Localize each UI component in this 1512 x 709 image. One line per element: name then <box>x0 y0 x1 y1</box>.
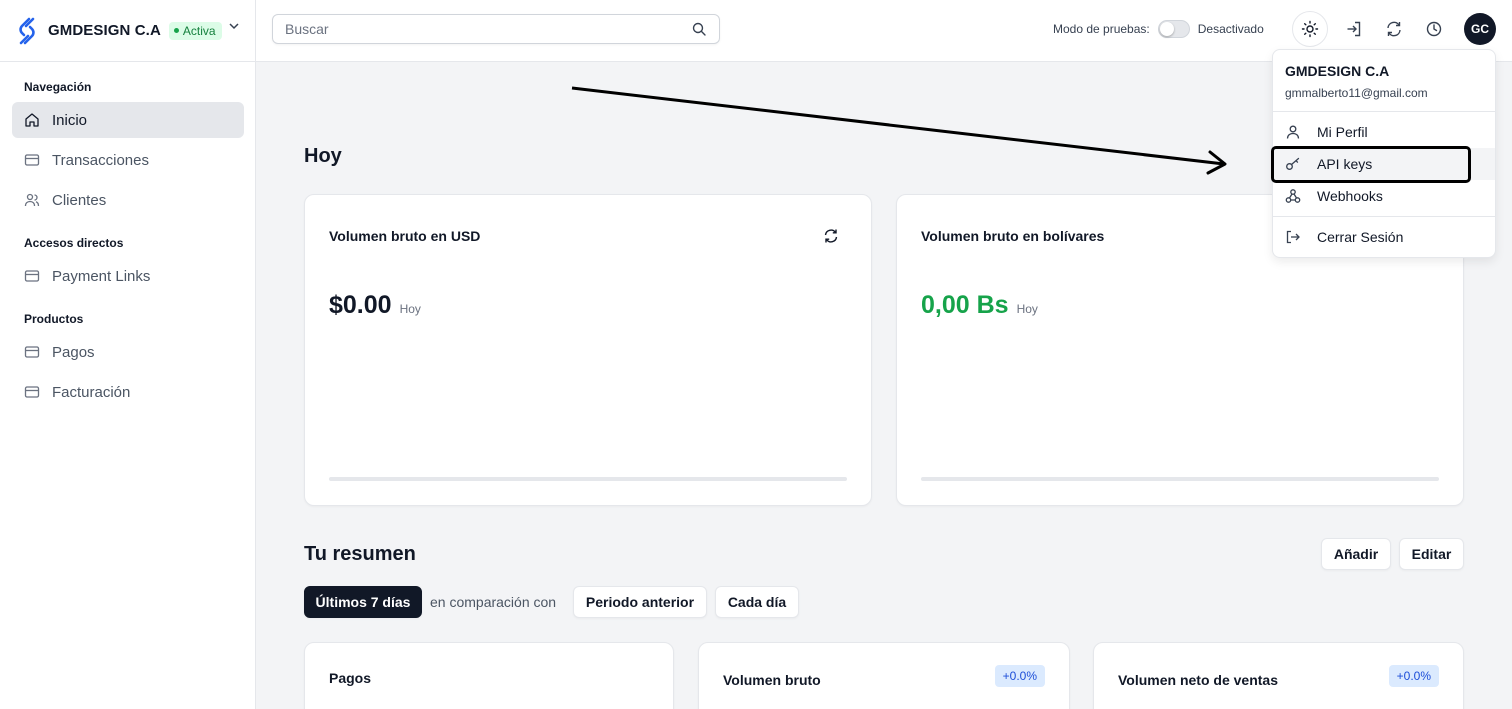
login-icon <box>1347 21 1361 37</box>
chevron-down-icon[interactable] <box>228 20 240 32</box>
amount-label: Hoy <box>399 302 421 316</box>
clock-icon <box>1426 21 1442 37</box>
delta-badge: +0.0% <box>1388 665 1439 687</box>
progress-bar <box>329 477 847 481</box>
sidebar-item-pagos[interactable]: Pagos <box>12 334 244 370</box>
summary-card-volumen-neto[interactable]: Volumen neto de ventas +0.0% <box>1093 642 1464 709</box>
status-label: Activa <box>182 23 216 38</box>
sidebar-item-label: Pagos <box>52 343 95 361</box>
menu-item-webhooks[interactable]: Webhooks <box>1273 180 1495 212</box>
history-button[interactable] <box>1418 13 1450 45</box>
test-mode-control: Modo de pruebas: Desactivado <box>1053 20 1264 38</box>
toggle-knob <box>1159 22 1174 36</box>
card-title: Pagos <box>329 670 372 686</box>
summary-card-pagos[interactable]: Pagos <box>304 642 674 709</box>
delta-badge: +0.0% <box>994 665 1045 687</box>
nav-section-productos: Productos <box>24 312 84 326</box>
summary-card-volumen-bruto[interactable]: Volumen bruto +0.0% <box>698 642 1070 709</box>
sidebar-item-clientes[interactable]: Clientes <box>12 182 244 218</box>
theme-toggle-button[interactable] <box>1292 11 1328 47</box>
brand-name: GMDESIGN C.A <box>48 22 161 39</box>
sidebar-item-label: Inicio <box>52 111 88 129</box>
annotation-arrow <box>571 86 1227 175</box>
amount-label: Hoy <box>1016 302 1038 316</box>
brand-logo-icon <box>19 17 35 44</box>
today-title: Hoy <box>304 145 342 167</box>
search-input[interactable] <box>285 21 691 37</box>
menu-account-email: gmmalberto11@gmail.com <box>1285 86 1428 100</box>
logout-icon <box>1286 230 1300 244</box>
summary-title: Tu resumen <box>304 543 416 565</box>
sidebar-item-label: Clientes <box>52 191 107 209</box>
sidebar-item-payment-links[interactable]: Payment Links <box>12 258 244 294</box>
menu-item-label: Mi Perfil <box>1317 124 1368 140</box>
progress-bar <box>921 477 1439 481</box>
usd-volume-card: Volumen bruto en USD $0.00 Hoy <box>304 194 872 506</box>
sidebar-item-label: Transacciones <box>52 151 149 169</box>
period-selector[interactable]: Últimos 7 días <box>304 586 422 618</box>
menu-divider <box>1273 111 1495 112</box>
user-menu: GMDESIGN C.A gmmalberto11@gmail.com Mi P… <box>1272 49 1496 258</box>
webhook-icon <box>1285 189 1301 203</box>
sidebar-item-facturacion[interactable]: Facturación <box>12 374 244 410</box>
menu-item-label: Webhooks <box>1317 188 1383 204</box>
card-icon <box>24 386 40 398</box>
card-title: Volumen bruto <box>723 672 821 688</box>
sidebar-item-label: Facturación <box>52 383 131 401</box>
refresh-icon <box>1387 21 1401 37</box>
test-mode-label: Modo de pruebas: <box>1053 22 1150 36</box>
card-icon <box>24 270 40 282</box>
user-icon <box>1286 125 1300 139</box>
granularity-selector[interactable]: Cada día <box>715 586 799 618</box>
menu-divider <box>1273 216 1495 217</box>
users-icon <box>24 193 40 207</box>
amount-value: 0,00 Bs <box>921 291 1009 319</box>
search-box[interactable] <box>272 14 720 44</box>
card-title: Volumen bruto en bolívares <box>921 228 1105 244</box>
menu-item-logout[interactable]: Cerrar Sesión <box>1273 221 1495 253</box>
compare-period-selector[interactable]: Periodo anterior <box>573 586 707 618</box>
sidebar: GMDESIGN C.A Activa Navegación Inicio Tr… <box>0 0 256 709</box>
nav-section-navegacion: Navegación <box>24 80 92 94</box>
home-icon <box>25 113 39 127</box>
card-icon <box>24 346 40 358</box>
edit-button[interactable]: Editar <box>1399 538 1464 570</box>
card-icon <box>24 154 40 166</box>
account-switcher[interactable]: GMDESIGN C.A Activa <box>0 0 255 62</box>
amount: 0,00 Bs Hoy <box>921 291 1038 320</box>
sun-icon <box>1301 20 1319 38</box>
card-title: Volumen bruto en USD <box>329 228 481 244</box>
avatar[interactable]: GC <box>1464 13 1496 45</box>
sidebar-item-inicio[interactable]: Inicio <box>12 102 244 138</box>
menu-item-api-keys[interactable]: API keys <box>1273 148 1495 180</box>
search-icon[interactable] <box>691 21 707 37</box>
menu-item-label: API keys <box>1317 156 1373 172</box>
menu-item-label: Cerrar Sesión <box>1317 229 1404 245</box>
compare-text: en comparación con <box>430 594 557 610</box>
menu-account-name: GMDESIGN C.A <box>1285 63 1390 79</box>
amount-value: $0.00 <box>329 291 392 319</box>
status-badge: Activa <box>168 21 222 40</box>
sync-button[interactable] <box>1378 13 1410 45</box>
status-dot-icon <box>173 28 179 33</box>
sidebar-item-transacciones[interactable]: Transacciones <box>12 142 244 178</box>
test-mode-toggle[interactable] <box>1157 20 1190 38</box>
key-icon <box>1286 157 1300 170</box>
add-button[interactable]: Añadir <box>1321 538 1391 570</box>
refresh-icon[interactable] <box>823 228 839 244</box>
amount: $0.00 Hoy <box>329 291 421 320</box>
sidebar-item-label: Payment Links <box>52 267 151 285</box>
test-mode-state: Desactivado <box>1197 22 1264 36</box>
login-button[interactable] <box>1338 13 1370 45</box>
nav-section-accesos: Accesos directos <box>24 236 124 250</box>
menu-item-profile[interactable]: Mi Perfil <box>1273 116 1495 148</box>
card-title: Volumen neto de ventas <box>1118 672 1278 688</box>
